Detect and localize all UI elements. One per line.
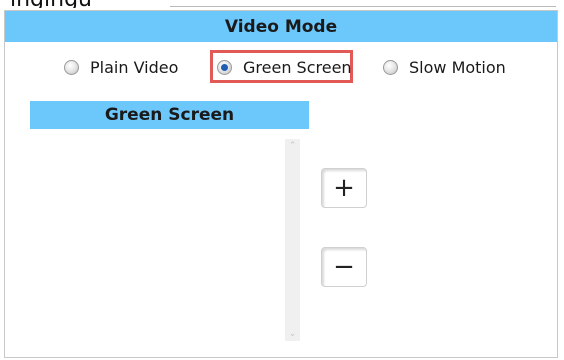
radio-unchecked-icon xyxy=(64,59,79,75)
plus-icon: + xyxy=(333,173,355,203)
remove-button[interactable]: − xyxy=(321,247,367,287)
top-clipped-strip: ingingu xyxy=(0,0,564,8)
mode-radio-group: Plain Video Green Screen Slow Motion xyxy=(5,45,557,89)
background-list[interactable] xyxy=(30,139,300,341)
clipped-title-text: ingingu xyxy=(10,0,92,8)
divider xyxy=(170,6,556,7)
radio-green-screen[interactable]: Green Screen xyxy=(217,55,352,79)
radio-checked-icon xyxy=(217,59,232,75)
minus-icon: − xyxy=(333,252,355,282)
panel-header-title: Video Mode xyxy=(224,16,338,37)
radio-plain-video[interactable]: Plain Video xyxy=(64,55,178,79)
list-scrollbar[interactable]: ⌃ ⌄ xyxy=(285,139,300,341)
radio-unchecked-icon xyxy=(383,59,398,75)
panel-header: Video Mode xyxy=(5,11,557,42)
section-header: Green Screen xyxy=(30,101,309,129)
add-button[interactable]: + xyxy=(321,168,367,208)
radio-label-slow-motion: Slow Motion xyxy=(409,57,506,77)
video-mode-window: ingingu Video Mode Plain Video Green Scr… xyxy=(0,0,564,360)
radio-label-green-screen: Green Screen xyxy=(243,57,352,77)
scroll-down-icon[interactable]: ⌄ xyxy=(285,327,300,341)
section-header-title: Green Screen xyxy=(104,105,235,125)
radio-slow-motion[interactable]: Slow Motion xyxy=(383,55,506,79)
radio-label-plain-video: Plain Video xyxy=(90,57,179,77)
video-mode-panel: Video Mode Plain Video Green Screen Slow… xyxy=(4,10,558,358)
scroll-up-icon[interactable]: ⌃ xyxy=(285,139,300,153)
